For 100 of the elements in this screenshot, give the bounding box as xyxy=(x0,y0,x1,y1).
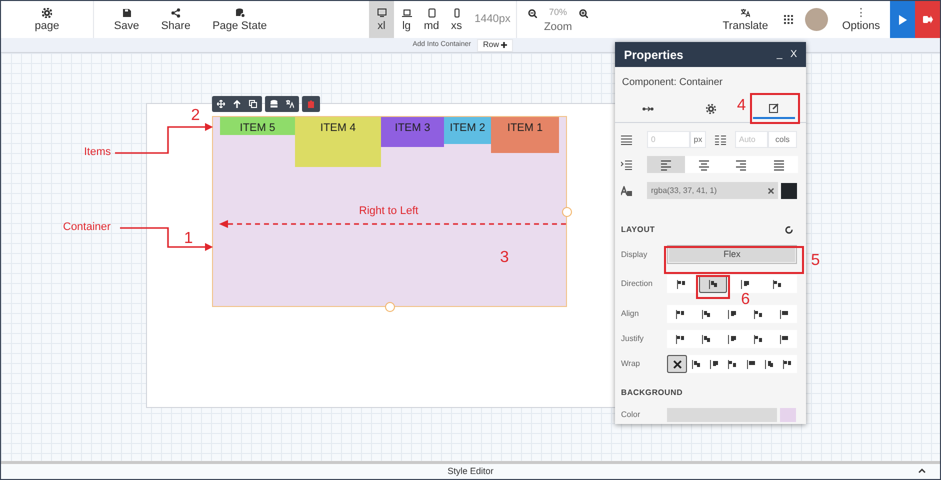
wrap-icon xyxy=(783,360,792,368)
annotation-label: Container xyxy=(63,222,111,233)
options-button[interactable]: ⋮ Options xyxy=(832,1,890,38)
align-icon xyxy=(780,310,788,318)
desktop-icon xyxy=(376,8,386,18)
zoom-out-button[interactable] xyxy=(528,8,537,18)
component-label: Component: Container xyxy=(622,76,724,90)
play-button[interactable] xyxy=(890,1,915,38)
share-icon xyxy=(170,8,181,18)
text-align-icon xyxy=(660,158,672,170)
flex-item[interactable]: ITEM 4 xyxy=(295,117,381,167)
device-button[interactable]: md xyxy=(419,1,444,38)
link-icon xyxy=(642,106,654,112)
color-field[interactable]: rgba(33, 37, 41, 1) xyxy=(647,182,778,199)
color-swatch[interactable] xyxy=(780,408,796,422)
zoom-in-button[interactable] xyxy=(579,8,588,18)
text-align-icon xyxy=(773,158,786,170)
align-icon xyxy=(754,310,762,318)
device-button[interactable]: xl xyxy=(369,1,394,38)
text-align-icon xyxy=(698,158,710,170)
translate-button[interactable]: Translate xyxy=(714,1,776,38)
duplicate-button[interactable] xyxy=(249,100,257,108)
minimize-button[interactable]: _ xyxy=(776,50,782,60)
trash-icon xyxy=(307,100,315,108)
exit-button[interactable] xyxy=(915,1,940,38)
grid-icon xyxy=(784,15,794,24)
database-icon xyxy=(270,100,278,108)
edit-icon xyxy=(769,103,779,113)
zoom-value: 70% xyxy=(548,6,567,20)
save-button[interactable]: Save xyxy=(104,1,150,38)
refresh-icon xyxy=(785,226,793,234)
flex-item[interactable]: ITEM 2 xyxy=(444,117,491,144)
justify-icon xyxy=(702,334,710,344)
step-number: 5 xyxy=(811,253,820,269)
field-label: Color xyxy=(621,409,642,421)
tablet-icon xyxy=(426,8,436,18)
step-number: 3 xyxy=(500,250,509,266)
flex-item[interactable]: ITEM 5 xyxy=(220,117,295,135)
step-number: 1 xyxy=(184,231,193,247)
page-label[interactable]: page xyxy=(34,20,60,32)
select-parent-button[interactable] xyxy=(233,100,241,108)
flex-item[interactable]: ITEM 3 xyxy=(381,117,444,147)
columns-input[interactable]: Auto xyxy=(735,131,768,148)
style-editor-label[interactable]: Style Editor xyxy=(447,464,494,478)
wrap-icon xyxy=(765,360,774,368)
align-icon xyxy=(728,310,736,318)
justify-icon xyxy=(676,334,684,344)
spacing-input[interactable]: 0 xyxy=(647,131,690,148)
direction-icon xyxy=(772,280,782,288)
step-number: 4 xyxy=(737,98,746,114)
highlight-frame xyxy=(750,93,800,124)
unit-label: px xyxy=(690,131,706,148)
play-icon xyxy=(898,14,906,24)
data-button[interactable] xyxy=(270,100,278,108)
unit-label: cols xyxy=(768,131,797,148)
field-label: Justify xyxy=(621,333,645,345)
field-label: Wrap xyxy=(621,358,641,370)
wrap-icon xyxy=(746,360,756,368)
save-icon xyxy=(122,8,132,18)
text-align-icon xyxy=(735,158,748,170)
text-align-option[interactable] xyxy=(647,156,685,173)
settings-icon xyxy=(706,104,716,114)
database-icon xyxy=(234,8,245,18)
direction-icon xyxy=(676,280,686,288)
color-field[interactable] xyxy=(667,408,777,422)
field-label: Display xyxy=(621,248,648,260)
plus-icon xyxy=(501,42,507,48)
justify-icon xyxy=(780,334,788,344)
zoom-label: Zoom xyxy=(544,22,572,33)
close-button[interactable]: X xyxy=(790,50,797,60)
move-button[interactable] xyxy=(217,100,225,108)
copy-icon xyxy=(249,100,257,108)
exit-icon xyxy=(922,15,932,24)
translate-button[interactable] xyxy=(286,100,294,108)
caret-icon xyxy=(918,468,926,473)
flex-item[interactable]: ITEM 1 xyxy=(491,117,559,153)
clear-icon xyxy=(768,188,774,194)
field-label: Direction xyxy=(621,278,654,290)
color-swatch[interactable] xyxy=(781,182,797,198)
wrap-icon xyxy=(692,360,701,368)
translate-icon xyxy=(286,100,294,108)
annotation-label: Right to Left xyxy=(359,206,418,217)
align-icon xyxy=(702,310,710,318)
device-button[interactable]: xs xyxy=(444,1,469,38)
panel-title: Properties xyxy=(624,46,684,64)
width-readout: 1440px xyxy=(474,12,511,28)
justify-icon xyxy=(754,334,762,344)
zoom-out-icon xyxy=(528,8,537,18)
state-button[interactable]: Page State xyxy=(202,1,277,38)
font-color-icon xyxy=(621,186,632,196)
section-heading: LAYOUT xyxy=(621,224,655,236)
section-heading: BACKGROUND xyxy=(621,387,684,399)
wrap-option[interactable] xyxy=(667,355,688,373)
row-button[interactable]: Row xyxy=(476,38,513,52)
reset-button[interactable] xyxy=(785,226,793,234)
device-button[interactable]: lg xyxy=(394,1,419,38)
share-button[interactable]: Share xyxy=(151,1,200,38)
step-number: 6 xyxy=(741,292,750,308)
collapse-button[interactable] xyxy=(918,468,926,473)
no-wrap-icon xyxy=(672,360,682,368)
